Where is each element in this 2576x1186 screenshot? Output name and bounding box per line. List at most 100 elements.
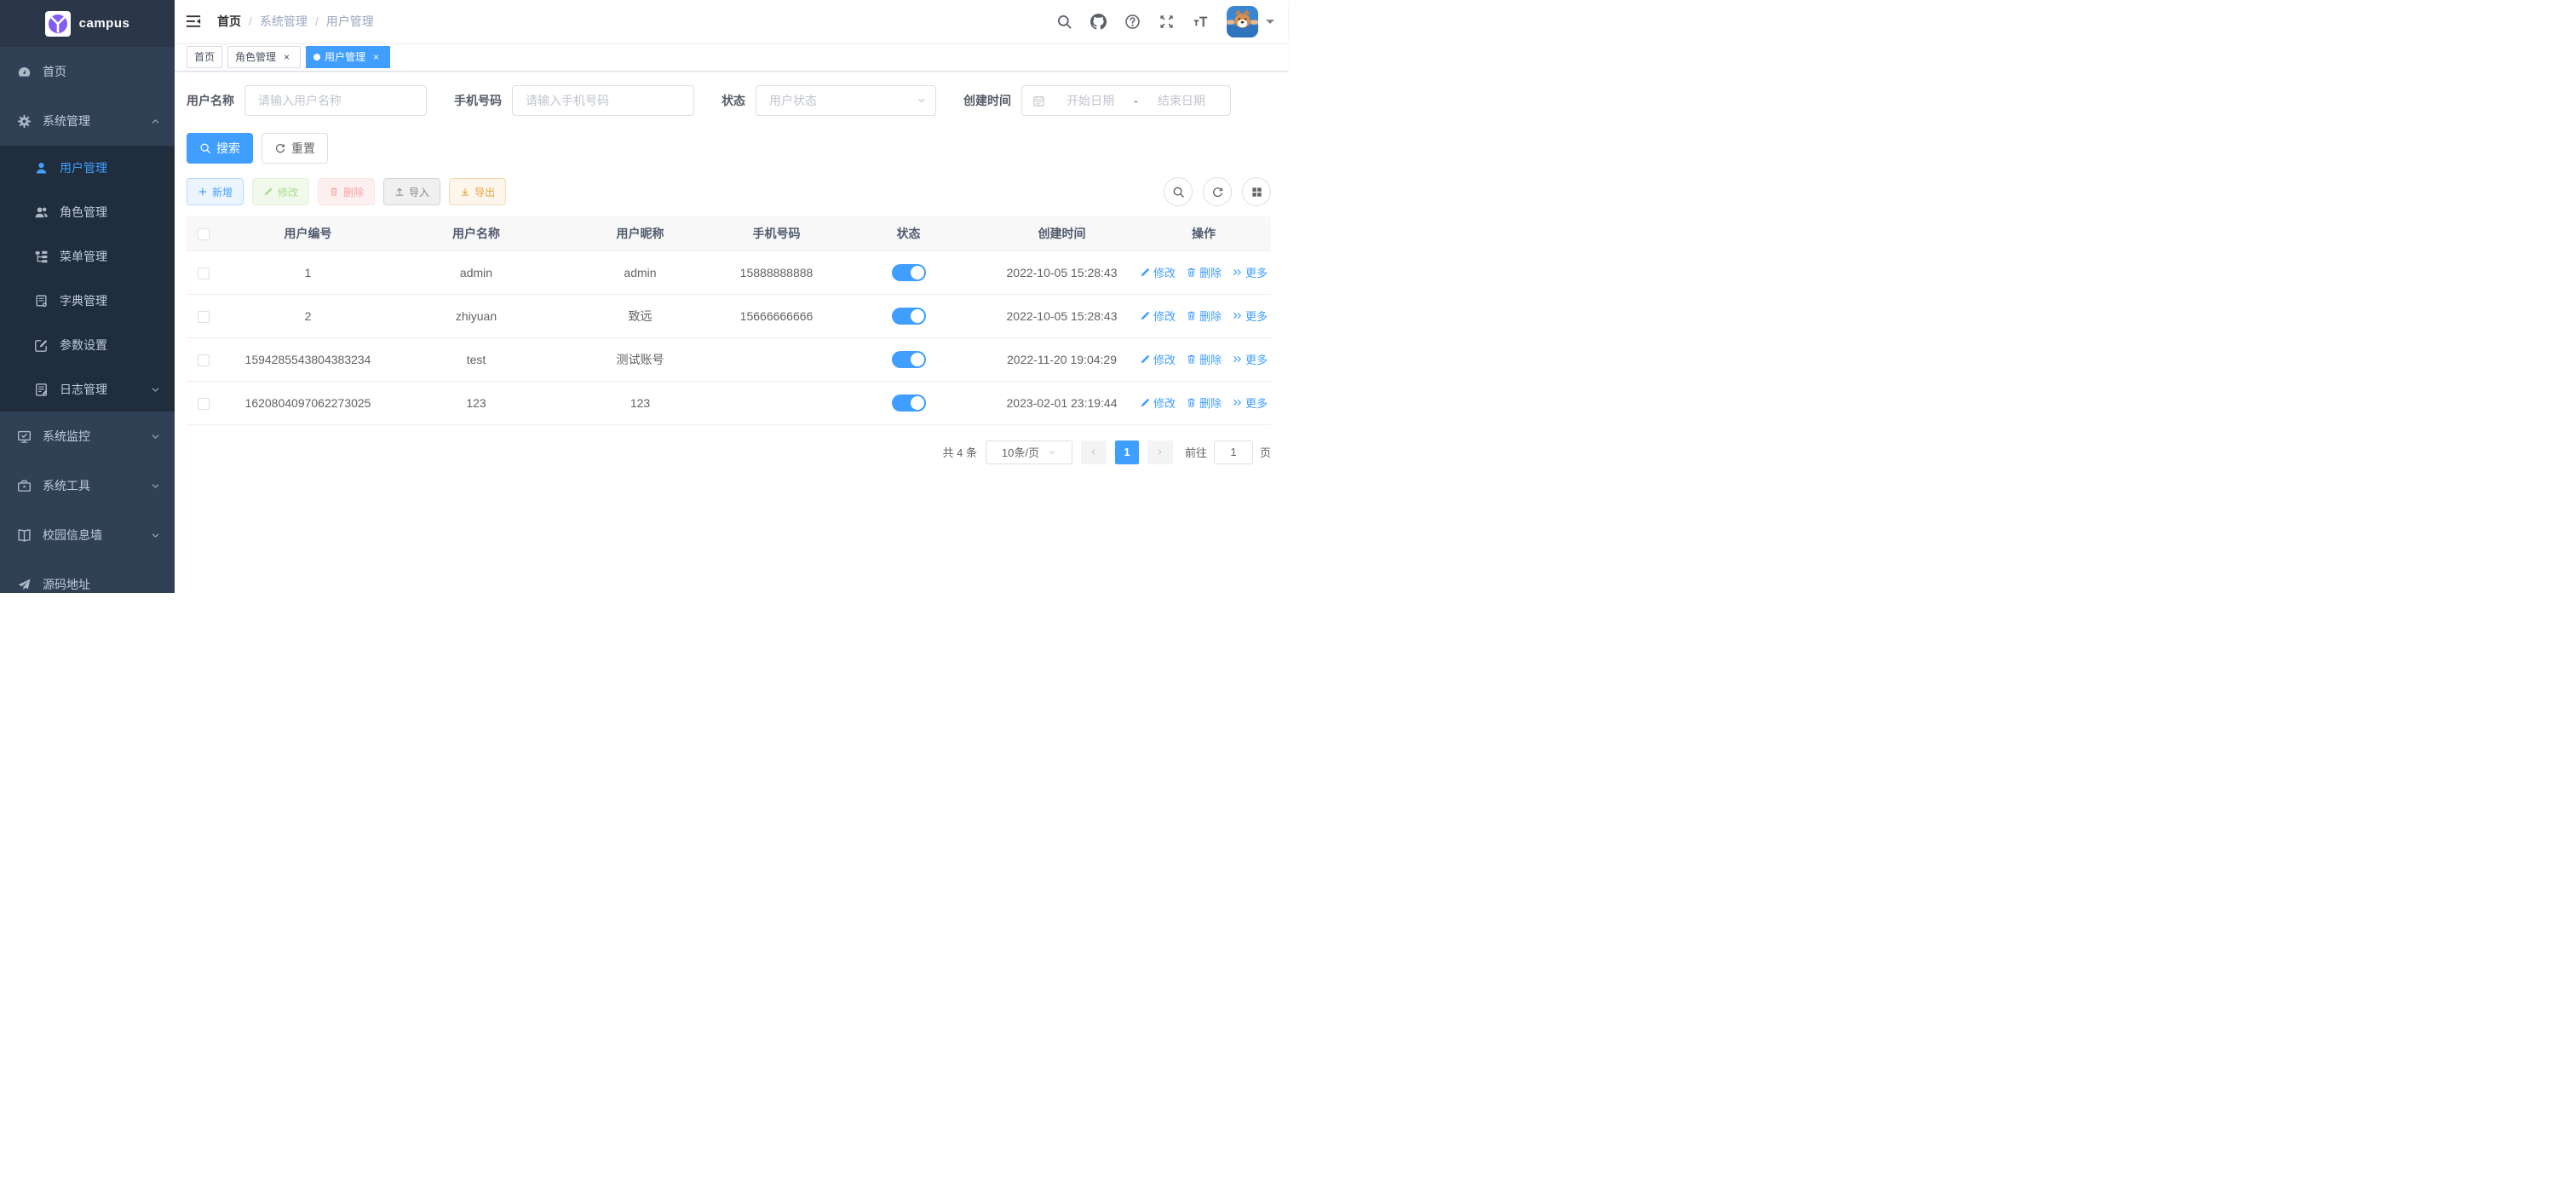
sidebar-item-menu-mgmt[interactable]: 菜单管理	[0, 234, 175, 279]
row-checkbox[interactable]	[198, 354, 210, 366]
row-more-link[interactable]: 更多	[1232, 351, 1268, 367]
sidebar-toggle-button[interactable]	[175, 0, 212, 43]
sidebar-item-system-mgmt[interactable]: 系统管理	[0, 96, 175, 146]
delete-button[interactable]: 删除	[318, 178, 375, 205]
sidebar-item-label: 用户管理	[60, 159, 107, 176]
sidebar-item-source-code[interactable]: 源码地址	[0, 560, 175, 593]
edit-button[interactable]: 修改	[252, 178, 309, 205]
phone-input[interactable]	[512, 85, 694, 116]
row-edit-link[interactable]: 修改	[1140, 394, 1176, 411]
table-toolbar: 新增 修改 删除 导入 导出	[187, 177, 1271, 206]
toolbox-icon	[17, 479, 32, 493]
prev-page-button[interactable]	[1081, 440, 1107, 464]
pagination: 共 4 条 10条/页 1 前往 页	[187, 440, 1271, 464]
close-icon[interactable]: ×	[280, 50, 293, 63]
date-range-picker[interactable]: 开始日期 - 结束日期	[1021, 85, 1231, 116]
row-edit-link[interactable]: 修改	[1140, 264, 1176, 280]
sidebar-item-label: 系统监控	[43, 428, 90, 445]
font-size-icon[interactable]	[1193, 14, 1209, 30]
app-logo[interactable]: campus	[0, 0, 175, 47]
row-delete-link[interactable]: 删除	[1186, 264, 1222, 280]
help-icon[interactable]	[1124, 14, 1141, 30]
row-more-link[interactable]: 更多	[1232, 264, 1268, 280]
row-edit-link[interactable]: 修改	[1140, 308, 1176, 324]
cell-phone	[723, 381, 830, 424]
row-checkbox[interactable]	[198, 311, 210, 323]
col-phone: 手机号码	[723, 216, 830, 250]
page-number-1[interactable]: 1	[1115, 440, 1139, 464]
table-row: 2 zhiyuan 致远 15666666666 2022-10-05 15:2…	[187, 294, 1271, 337]
row-delete-link[interactable]: 删除	[1186, 308, 1222, 324]
cell-user-name: zhiyuan	[395, 294, 557, 337]
export-button[interactable]: 导出	[449, 178, 506, 205]
status-toggle[interactable]	[892, 264, 926, 281]
row-more-link[interactable]: 更多	[1232, 308, 1268, 324]
sidebar-item-param-settings[interactable]: 参数设置	[0, 323, 175, 367]
sidebar-item-system-tools[interactable]: 系统工具	[0, 461, 175, 510]
row-delete-link[interactable]: 删除	[1186, 394, 1222, 411]
cell-user-id: 2	[221, 294, 395, 337]
search-button[interactable]: 搜索	[187, 133, 253, 164]
dashboard-icon	[17, 65, 32, 79]
chevron-down-icon	[150, 431, 161, 442]
header-search-icon[interactable]	[1056, 14, 1072, 30]
goto-page-input[interactable]	[1214, 440, 1253, 464]
show-search-toggle-button[interactable]	[1164, 177, 1193, 206]
end-date-placeholder: 结束日期	[1140, 92, 1223, 109]
chevron-down-icon	[1048, 448, 1056, 457]
page-size-select[interactable]: 10条/页	[986, 440, 1072, 464]
close-icon[interactable]: ×	[370, 50, 382, 63]
tab-role-mgmt[interactable]: 角色管理 ×	[227, 46, 301, 68]
sidebar-item-label: 日志管理	[60, 381, 107, 398]
row-delete-label: 删除	[1199, 394, 1222, 411]
search-icon	[199, 142, 211, 154]
caret-down-icon	[1266, 20, 1274, 28]
next-page-button[interactable]	[1147, 440, 1173, 464]
row-delete-link[interactable]: 删除	[1186, 351, 1222, 367]
sidebar-item-label: 首页	[43, 63, 66, 80]
cell-phone: 15888888888	[723, 250, 830, 294]
refresh-icon	[274, 142, 286, 154]
sidebar-item-system-monitor[interactable]: 系统监控	[0, 412, 175, 461]
sidebar-item-user-mgmt[interactable]: 用户管理	[0, 146, 175, 190]
status-toggle[interactable]	[892, 308, 926, 325]
tab-user-mgmt[interactable]: 用户管理 ×	[306, 46, 390, 68]
sidebar-item-log-mgmt[interactable]: 日志管理	[0, 367, 175, 412]
cell-nickname: 测试账号	[557, 337, 723, 381]
refresh-table-button[interactable]	[1203, 177, 1232, 206]
select-all-checkbox[interactable]	[198, 228, 210, 240]
table-header-row: 用户编号 用户名称 用户昵称 手机号码 状态 创建时间 操作	[187, 216, 1271, 250]
avatar	[1227, 6, 1258, 37]
tab-home[interactable]: 首页	[187, 46, 222, 68]
phone-label: 手机号码	[454, 92, 502, 109]
import-button-label: 导入	[409, 185, 429, 199]
row-checkbox[interactable]	[198, 268, 210, 279]
sidebar-item-campus-wall[interactable]: 校园信息墙	[0, 510, 175, 560]
sidebar-item-home[interactable]: 首页	[0, 47, 175, 96]
chevron-down-icon	[917, 95, 927, 106]
github-icon[interactable]	[1090, 14, 1107, 30]
reset-button[interactable]: 重置	[262, 133, 328, 164]
table-tools	[1164, 177, 1271, 206]
sidebar-item-role-mgmt[interactable]: 角色管理	[0, 190, 175, 234]
sidebar-item-dict-mgmt[interactable]: 字典管理	[0, 279, 175, 323]
row-checkbox[interactable]	[198, 398, 210, 410]
sidebar-item-label: 菜单管理	[60, 248, 107, 265]
status-toggle[interactable]	[892, 394, 926, 412]
dictionary-icon	[34, 294, 49, 308]
status-select[interactable]: 用户状态	[756, 85, 936, 116]
tab-label: 首页	[194, 49, 215, 64]
import-button[interactable]: 导入	[383, 178, 440, 205]
username-input[interactable]	[244, 85, 427, 116]
column-settings-button[interactable]	[1242, 177, 1271, 206]
status-toggle[interactable]	[892, 351, 926, 368]
sidebar: campus 首页 系统管理 用户管理 角色管理	[0, 0, 175, 593]
breadcrumb-user-mgmt: 用户管理	[326, 13, 374, 30]
add-button[interactable]: 新增	[187, 178, 244, 205]
user-avatar-menu[interactable]	[1227, 6, 1274, 37]
fullscreen-icon[interactable]	[1159, 14, 1175, 30]
row-edit-link[interactable]: 修改	[1140, 351, 1176, 367]
breadcrumb: 首页 / 系统管理 / 用户管理	[217, 13, 374, 30]
row-more-link[interactable]: 更多	[1232, 394, 1268, 411]
breadcrumb-home[interactable]: 首页	[217, 13, 241, 30]
